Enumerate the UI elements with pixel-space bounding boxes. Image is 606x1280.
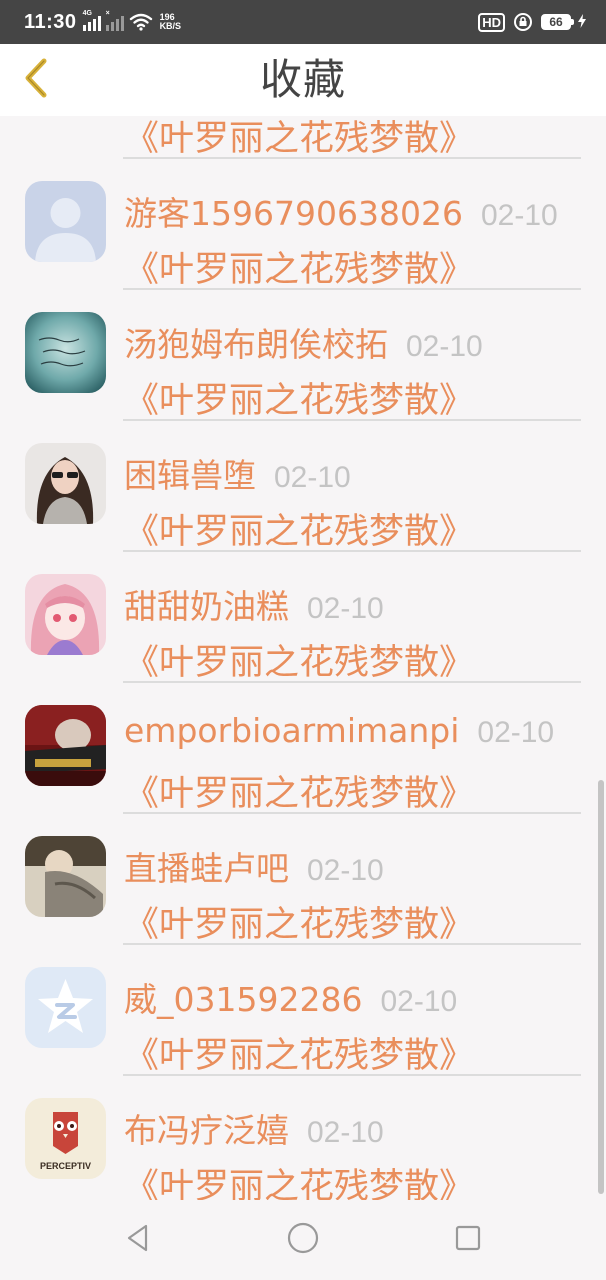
list-item-partial[interactable]: 《叶罗丽之花残梦散》 [0, 116, 606, 159]
item-book: 《叶罗丽之花残梦散》 [124, 643, 475, 683]
item-date: 02-10 [480, 199, 558, 232]
list-item[interactable]: 威_031592286 02-10 《叶罗丽之花残梦散》 [0, 945, 606, 1076]
item-book: 《叶罗丽之花残梦散》 [124, 905, 475, 945]
item-date: 02-10 [307, 1116, 384, 1149]
recents-square-icon [454, 1224, 482, 1256]
scrollbar-thumb[interactable] [598, 780, 604, 1194]
charging-icon [578, 13, 586, 32]
red-photo-avatar[interactable] [25, 705, 106, 786]
wifi-icon [129, 13, 153, 31]
sim1-tag: 4G [82, 10, 92, 17]
nav-recents-button[interactable] [448, 1220, 488, 1260]
item-username: 布冯疗泛嬉 [124, 1111, 289, 1150]
status-left-icons: 4G × 196 KB/S [82, 10, 182, 31]
page-title: 收藏 [259, 55, 346, 104]
list-item[interactable]: 甜甜奶油糕 02-10 《叶罗丽之花残梦散》 [0, 552, 606, 683]
item-name-row: 困辑兽堕 02-10 [124, 449, 596, 497]
list-item[interactable]: 困辑兽堕 02-10 《叶罗丽之花残梦散》 [0, 421, 606, 552]
favorites-list[interactable]: 《叶罗丽之花残梦散》 游客1596790638026 02-10 《叶罗丽之花残… [0, 116, 606, 1200]
item-username: 困辑兽堕 [124, 456, 256, 495]
signal-icon: 4G [82, 10, 101, 31]
list-item[interactable]: emporbioarmimanpi 02-10 《叶罗丽之花残梦散》 [0, 683, 606, 814]
nav-back-button[interactable] [118, 1220, 158, 1260]
list-item[interactable]: 游客1596790638026 02-10 《叶罗丽之花残梦散》 [0, 159, 606, 290]
list-item[interactable]: PERCEPTIV 布冯疗泛嬉 02-10 《叶罗丽之花残梦散》 [0, 1076, 606, 1200]
net-speed: 196 KB/S [160, 13, 182, 31]
item-username: emporbioarmimanpi [124, 711, 460, 750]
item-name-row: 游客1596790638026 02-10 [124, 187, 596, 235]
item-date: 02-10 [477, 716, 555, 749]
item-username: 甜甜奶油糕 [124, 587, 289, 626]
status-time: 11:30 [24, 10, 77, 33]
title-bar: 收藏 [0, 44, 606, 116]
battery-level: 66 [541, 14, 574, 30]
item-username: 汤狍姆布朗俟校拓 [124, 325, 388, 364]
item-book: 《叶罗丽之花残梦散》 [124, 119, 475, 159]
sleeping-cat-avatar[interactable] [25, 836, 106, 917]
default-user-avatar[interactable] [25, 181, 106, 262]
item-book: 《叶罗丽之花残梦散》 [124, 774, 475, 814]
item-date: 02-10 [307, 854, 384, 887]
back-triangle-icon [123, 1223, 153, 1257]
item-name-row: 汤狍姆布朗俟校拓 02-10 [124, 318, 596, 366]
favorites-list-inner: 《叶罗丽之花残梦散》 游客1596790638026 02-10 《叶罗丽之花残… [0, 116, 606, 1200]
item-date: 02-10 [274, 461, 351, 494]
item-book: 《叶罗丽之花残梦散》 [124, 381, 475, 421]
item-name-row: emporbioarmimanpi 02-10 [124, 711, 596, 750]
home-circle-icon [286, 1221, 320, 1259]
teal-handwriting-avatar[interactable] [25, 312, 106, 393]
item-date: 02-10 [307, 592, 384, 625]
item-date: 02-10 [406, 330, 483, 363]
item-username: 威_031592286 [124, 980, 363, 1019]
status-right-icons: HD 66 [478, 12, 586, 32]
item-username: 游客1596790638026 [124, 194, 463, 233]
item-name-row: 甜甜奶油糕 02-10 [124, 580, 596, 628]
list-item[interactable]: 汤狍姆布朗俟校拓 02-10 《叶罗丽之花残梦散》 [0, 290, 606, 421]
lock-rotation-icon [513, 12, 533, 32]
anime-pink-girl-avatar[interactable] [25, 574, 106, 655]
item-username: 直播蛙卢吧 [124, 849, 289, 888]
item-book: 《叶罗丽之花残梦散》 [124, 1036, 475, 1076]
item-name-row: 直播蛙卢吧 02-10 [124, 842, 596, 890]
item-book: 《叶罗丽之花残梦散》 [124, 250, 475, 290]
qq-star-avatar[interactable] [25, 967, 106, 1048]
girl-sunglasses-avatar[interactable] [25, 443, 106, 524]
item-name-row: 威_031592286 02-10 [124, 973, 596, 1021]
perceptiv-owl-avatar[interactable]: PERCEPTIV [25, 1098, 106, 1179]
status-bar: 11:30 4G × 196 KB/S HD 66 [0, 0, 606, 44]
list-item[interactable]: 直播蛙卢吧 02-10 《叶罗丽之花残梦散》 [0, 814, 606, 945]
signal-icon-sim2: × [105, 10, 124, 31]
system-nav-bar [0, 1200, 606, 1280]
item-date: 02-10 [380, 985, 458, 1018]
item-book: 《叶罗丽之花残梦散》 [124, 512, 475, 552]
net-speed-unit: KB/S [159, 21, 182, 31]
perceptiv-logo-text: PERCEPTIV [40, 1161, 91, 1171]
item-book: 《叶罗丽之花残梦散》 [124, 1167, 475, 1200]
nav-home-button[interactable] [283, 1220, 323, 1260]
battery-icon: 66 [541, 13, 586, 32]
item-name-row: 布冯疗泛嬉 02-10 [124, 1104, 596, 1152]
hd-icon: HD [478, 12, 505, 32]
sim2-tag: × [105, 10, 110, 17]
